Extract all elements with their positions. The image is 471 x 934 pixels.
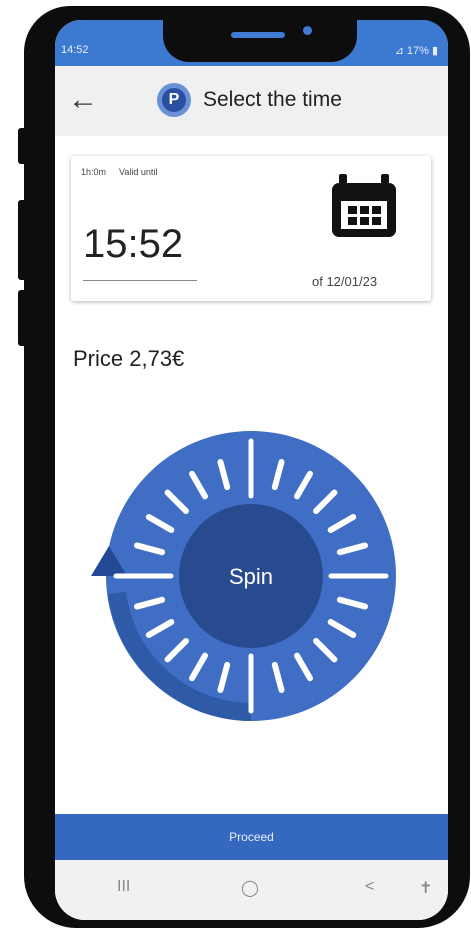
notch (163, 20, 357, 62)
spin-dial[interactable]: Spin (91, 406, 411, 746)
back-nav-icon[interactable]: < (365, 878, 374, 896)
status-time: 14:52 (61, 44, 89, 56)
proceed-label: Proceed (229, 830, 274, 844)
volume-up-button (18, 200, 28, 280)
price-label: Price 2,73€ (73, 346, 185, 371)
date-label[interactable]: of 12/01/23 (312, 274, 377, 289)
status-battery: ⊿ 17% ▮ (394, 45, 438, 57)
page-title: Select the time (203, 88, 342, 111)
volume-down-button (18, 290, 28, 346)
front-camera (303, 26, 312, 35)
time-underline (83, 280, 197, 281)
spin-label: Spin (229, 564, 273, 589)
time-value[interactable]: 15:52 (83, 222, 183, 267)
recents-nav-icon[interactable]: III (117, 878, 130, 896)
parking-logo-letter: P (162, 88, 186, 112)
proceed-button[interactable]: Proceed (55, 814, 448, 860)
duration-label: 1h:0m (81, 167, 107, 177)
time-card: 1h:0m Valid until 15:52 of 12/01/23 (71, 156, 431, 301)
system-nav-bar: III ◯ < ✝ (55, 860, 448, 920)
home-nav-icon[interactable]: ◯ (241, 878, 259, 898)
accessibility-icon[interactable]: ✝ (419, 878, 432, 898)
back-arrow-icon[interactable]: ← (63, 80, 103, 120)
speaker-grille (231, 32, 285, 38)
calendar-icon[interactable] (329, 174, 399, 240)
mute-switch (18, 128, 28, 164)
valid-until-label: Valid until (119, 167, 158, 177)
screen: 14:52 ⊿ 17% ▮ ← P Select the time 1h:0m … (55, 20, 448, 920)
parking-logo-icon: P (157, 83, 191, 117)
app-bar: ← P Select the time (55, 66, 448, 136)
